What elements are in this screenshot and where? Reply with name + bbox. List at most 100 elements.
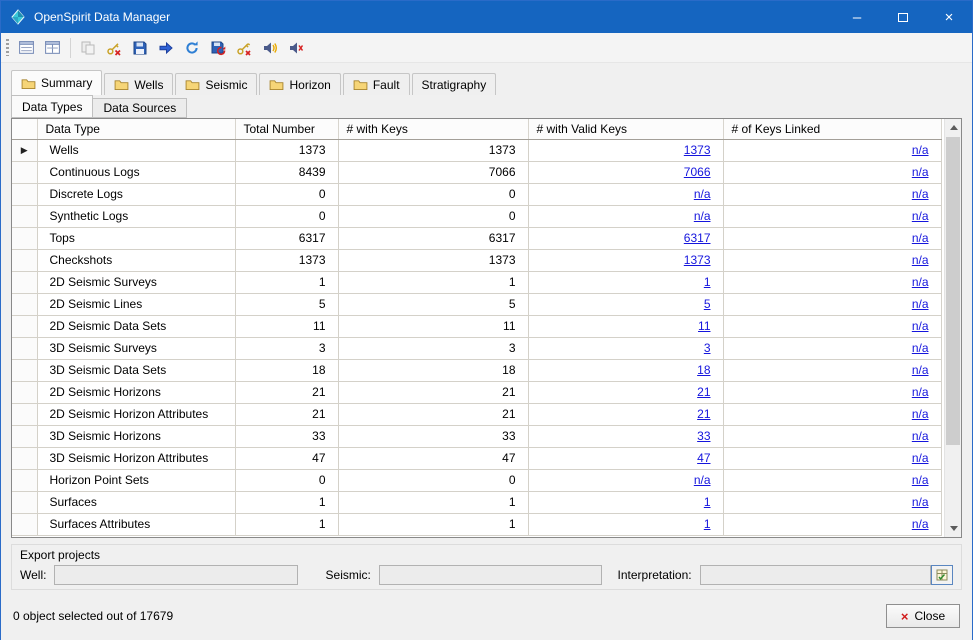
keys-linked-link[interactable]: n/a: [912, 187, 929, 201]
table-row[interactable]: Discrete Logs00n/an/a: [12, 183, 941, 205]
valid-keys-link[interactable]: 33: [697, 429, 710, 443]
well-input[interactable]: [54, 565, 298, 585]
valid-keys-link[interactable]: 3: [704, 341, 711, 355]
row-selector[interactable]: [12, 249, 37, 271]
table-row[interactable]: Surfaces Attributes111n/a: [12, 513, 941, 535]
valid-keys-link[interactable]: 7066: [684, 165, 711, 179]
keys-linked-link[interactable]: n/a: [912, 253, 929, 267]
clear-keys-button[interactable]: [231, 36, 256, 60]
keys-linked-link[interactable]: n/a: [912, 385, 929, 399]
keys-linked-link[interactable]: n/a: [912, 319, 929, 333]
row-selector[interactable]: [12, 315, 37, 337]
table-row[interactable]: 2D Seismic Horizons212121n/a: [12, 381, 941, 403]
row-selector[interactable]: [12, 293, 37, 315]
row-selector[interactable]: [12, 271, 37, 293]
keys-linked-link[interactable]: n/a: [912, 209, 929, 223]
tab-wells[interactable]: Wells: [104, 73, 173, 95]
row-selector[interactable]: [12, 205, 37, 227]
table-row[interactable]: 3D Seismic Horizon Attributes474747n/a: [12, 447, 941, 469]
keys-linked-link[interactable]: n/a: [912, 451, 929, 465]
row-selector[interactable]: [12, 183, 37, 205]
keys-linked-link[interactable]: n/a: [912, 517, 929, 531]
keys-linked-link[interactable]: n/a: [912, 429, 929, 443]
subtab-data-sources[interactable]: Data Sources: [92, 98, 187, 118]
close-window-button[interactable]: ×: [926, 1, 972, 33]
delete-keys-button[interactable]: [101, 36, 126, 60]
tab-seismic[interactable]: Seismic: [175, 73, 257, 95]
column-header-total-number[interactable]: Total Number: [235, 119, 338, 139]
row-selector[interactable]: [12, 337, 37, 359]
refresh-button[interactable]: [179, 36, 204, 60]
table-row[interactable]: 2D Seismic Surveys111n/a: [12, 271, 941, 293]
close-button[interactable]: × Close: [886, 604, 960, 628]
row-selector[interactable]: [12, 381, 37, 403]
tab-horizon[interactable]: Horizon: [259, 73, 340, 95]
valid-keys-link[interactable]: 11: [698, 319, 710, 333]
table-row[interactable]: Synthetic Logs00n/an/a: [12, 205, 941, 227]
valid-keys-link[interactable]: n/a: [694, 187, 711, 201]
keys-linked-link[interactable]: n/a: [912, 495, 929, 509]
tab-fault[interactable]: Fault: [343, 73, 410, 95]
table-row[interactable]: 2D Seismic Horizon Attributes212121n/a: [12, 403, 941, 425]
keys-linked-link[interactable]: n/a: [912, 407, 929, 421]
valid-keys-link[interactable]: 18: [697, 363, 710, 377]
tab-summary[interactable]: Summary: [11, 70, 102, 95]
scroll-down-button[interactable]: [945, 520, 962, 537]
scrollbar-thumb[interactable]: [946, 137, 960, 445]
keys-linked-link[interactable]: n/a: [912, 231, 929, 245]
row-selector[interactable]: [12, 513, 37, 535]
column-header-keys-linked[interactable]: # of Keys Linked: [723, 119, 941, 139]
valid-keys-link[interactable]: 6317: [684, 231, 711, 245]
vertical-scrollbar[interactable]: [944, 119, 961, 537]
save-keys-button[interactable]: [205, 36, 230, 60]
valid-keys-link[interactable]: 1373: [684, 143, 711, 157]
table-row[interactable]: Horizon Point Sets00n/an/a: [12, 469, 941, 491]
minimize-button[interactable]: –: [834, 1, 880, 33]
keys-linked-link[interactable]: n/a: [912, 473, 929, 487]
scroll-up-button[interactable]: [945, 119, 962, 136]
export-button[interactable]: [153, 36, 178, 60]
row-selector[interactable]: [12, 359, 37, 381]
table-row[interactable]: 2D Seismic Lines555n/a: [12, 293, 941, 315]
subtab-data-types[interactable]: Data Types: [11, 95, 93, 118]
column-header-with-keys[interactable]: # with Keys: [338, 119, 528, 139]
valid-keys-link[interactable]: 21: [697, 407, 710, 421]
keys-linked-link[interactable]: n/a: [912, 143, 929, 157]
list-view-button[interactable]: [14, 36, 39, 60]
table-row[interactable]: Checkshots137313731373n/a: [12, 249, 941, 271]
valid-keys-link[interactable]: 1: [704, 517, 711, 531]
column-header-data-type[interactable]: Data Type: [37, 119, 235, 139]
valid-keys-link[interactable]: 1: [704, 495, 711, 509]
keys-linked-link[interactable]: n/a: [912, 297, 929, 311]
row-selector[interactable]: [12, 161, 37, 183]
row-selector[interactable]: [12, 491, 37, 513]
keys-linked-link[interactable]: n/a: [912, 341, 929, 355]
row-selector[interactable]: [12, 447, 37, 469]
valid-keys-link[interactable]: 1: [704, 275, 711, 289]
keys-linked-link[interactable]: n/a: [912, 363, 929, 377]
table-row[interactable]: 3D Seismic Horizons333333n/a: [12, 425, 941, 447]
keys-linked-link[interactable]: n/a: [912, 165, 929, 179]
row-selector[interactable]: [12, 469, 37, 491]
table-row[interactable]: Continuous Logs843970667066n/a: [12, 161, 941, 183]
valid-keys-link[interactable]: 21: [697, 385, 710, 399]
keys-linked-link[interactable]: n/a: [912, 275, 929, 289]
table-row[interactable]: 3D Seismic Data Sets181818n/a: [12, 359, 941, 381]
toolbar-gripper[interactable]: [6, 39, 9, 56]
row-selector[interactable]: ▶: [12, 139, 37, 161]
valid-keys-link[interactable]: 1373: [684, 253, 711, 267]
seismic-input[interactable]: [379, 565, 602, 585]
table-row[interactable]: ▶Wells137313731373n/a: [12, 139, 941, 161]
details-view-button[interactable]: [40, 36, 65, 60]
valid-keys-link[interactable]: 47: [697, 451, 710, 465]
titlebar[interactable]: OpenSpirit Data Manager – ×: [1, 1, 972, 33]
valid-keys-link[interactable]: n/a: [694, 209, 711, 223]
valid-keys-link[interactable]: 5: [704, 297, 711, 311]
sound-off-button[interactable]: [283, 36, 308, 60]
table-row[interactable]: Tops631763176317n/a: [12, 227, 941, 249]
table-row[interactable]: Surfaces111n/a: [12, 491, 941, 513]
export-options-button[interactable]: [931, 565, 953, 585]
row-selector[interactable]: [12, 403, 37, 425]
save-button[interactable]: [127, 36, 152, 60]
table-row[interactable]: 3D Seismic Surveys333n/a: [12, 337, 941, 359]
